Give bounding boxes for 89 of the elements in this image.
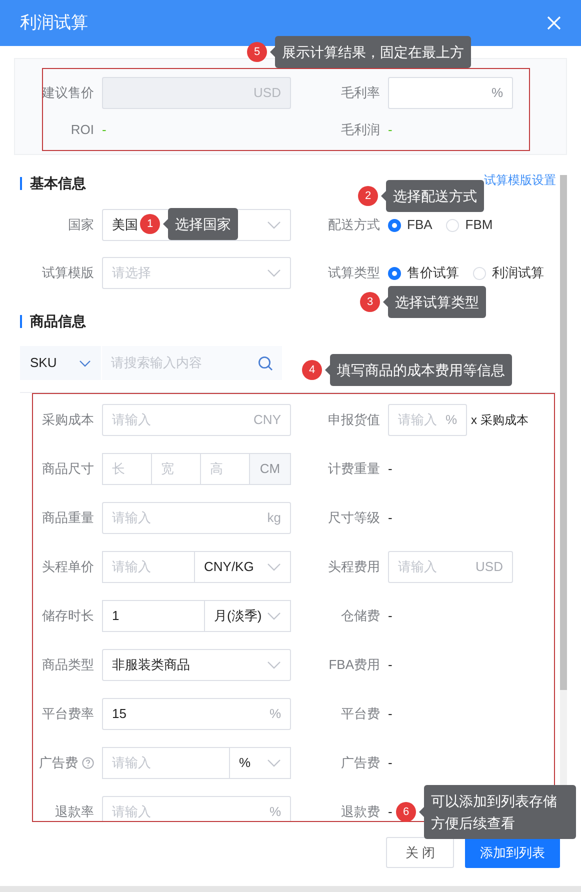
select-field[interactable]: 请选择 xyxy=(102,257,291,289)
tooltip-pointer xyxy=(163,219,168,229)
tooltip-pointer xyxy=(325,365,330,375)
field-label: 储存时长 xyxy=(42,607,94,626)
radio-option[interactable]: FBM xyxy=(446,215,493,235)
search-icon[interactable] xyxy=(258,356,273,370)
field-value: - xyxy=(388,509,392,528)
field-note: x 采购成本 xyxy=(471,412,528,429)
field-label: 商品尺寸 xyxy=(42,460,94,478)
input-field[interactable]: 请输入 xyxy=(102,551,195,583)
field-value: - xyxy=(388,803,392,822)
select-field[interactable]: 非服装类商品 xyxy=(102,649,291,681)
radio-option[interactable]: 售价试算 xyxy=(388,263,459,283)
input-field[interactable]: 高 xyxy=(200,453,250,485)
field-label: 建议售价 xyxy=(42,84,94,102)
field-label: 毛利润 xyxy=(341,121,380,140)
field-value: - xyxy=(388,656,392,674)
unit-label: CNY xyxy=(254,411,281,430)
tooltip-pointer xyxy=(383,297,388,307)
field-label: 平台费 xyxy=(341,705,380,724)
search-type-select[interactable]: SKU xyxy=(20,346,101,380)
input-field[interactable]: 请输入 kg xyxy=(102,502,291,534)
field-value: - xyxy=(388,754,392,772)
field-label: 平台费率 xyxy=(42,705,94,724)
field-label: ROI xyxy=(70,121,94,140)
chevron-down-icon xyxy=(267,269,281,277)
field-value: - xyxy=(388,607,392,626)
radio-option[interactable]: 利润试算 xyxy=(473,263,544,283)
field-value: - xyxy=(388,460,392,478)
input-field[interactable]: 1 xyxy=(102,600,205,632)
chevron-down-icon xyxy=(267,221,281,229)
input-field[interactable]: 长 xyxy=(102,453,152,485)
input-field[interactable]: 请输入 CNY xyxy=(102,404,291,436)
close-button[interactable]: 关 闭 xyxy=(386,837,454,868)
input-field[interactable]: 请输入 USD xyxy=(388,551,513,583)
field-label: 试算模版 xyxy=(42,264,94,282)
unit-label: kg xyxy=(267,509,281,528)
field-label: 尺寸等级 xyxy=(328,509,380,528)
section-heading: 基本信息 xyxy=(30,174,86,192)
unit-select[interactable]: CNY/KG xyxy=(194,551,291,583)
field-label: 配送方式 xyxy=(328,216,380,234)
input-field[interactable]: 请输入 % xyxy=(388,404,467,436)
section-heading: 商品信息 xyxy=(30,312,86,330)
field-label: 国家 xyxy=(68,216,94,234)
field-label: 申报货值 xyxy=(328,411,380,430)
add-to-list-button[interactable]: 添加到列表 xyxy=(465,837,560,868)
field-label: 计费重量 xyxy=(328,460,380,478)
search-field[interactable]: 请搜索输入内容 xyxy=(102,346,282,380)
field-label: 商品类型 xyxy=(42,656,94,674)
input-field[interactable]: 请输入 % xyxy=(102,796,291,822)
unit-label: USD xyxy=(476,558,503,576)
input-field[interactable]: % xyxy=(388,77,513,109)
input-field[interactable]: 宽 xyxy=(151,453,201,485)
field-label: FBA费用 xyxy=(328,656,380,674)
field-label: 退款率 xyxy=(55,803,94,822)
radio-option[interactable]: FBA xyxy=(388,215,432,235)
tooltip-pointer xyxy=(270,47,275,57)
field-label: 广告费 xyxy=(341,754,380,772)
field-value: - xyxy=(102,121,106,140)
field-label: 广告费 xyxy=(39,754,78,772)
chevron-down-icon xyxy=(267,563,281,571)
chevron-down-icon xyxy=(267,661,281,669)
unit-label: % xyxy=(269,803,281,822)
field-value: - xyxy=(388,121,392,140)
field-label: 头程费用 xyxy=(328,558,380,576)
dialog-title: 利润试算 xyxy=(20,12,88,34)
field-label: 采购成本 xyxy=(42,411,94,430)
tooltip-pointer xyxy=(419,807,424,817)
field-label: 商品重量 xyxy=(42,509,94,528)
field-label: 仓储费 xyxy=(341,607,380,626)
unit-select[interactable]: 月(淡季) xyxy=(204,600,291,632)
field-label: 毛利率 xyxy=(341,84,380,102)
unit-label: % xyxy=(269,705,281,724)
field-value: - xyxy=(388,705,392,724)
close-icon[interactable] xyxy=(547,16,561,30)
input-field[interactable]: 15 % xyxy=(102,698,291,730)
field-label: 退款费 xyxy=(341,803,380,822)
unit-label: CM xyxy=(249,453,291,485)
unit-label: % xyxy=(445,411,457,430)
field-label: 头程单价 xyxy=(42,558,94,576)
input-field[interactable]: 请输入 xyxy=(102,747,230,779)
tooltip-pointer xyxy=(381,191,386,201)
field-label: 试算类型 xyxy=(328,264,380,282)
template-settings-link[interactable]: 试算模版设置 xyxy=(484,171,556,189)
chevron-down-icon xyxy=(267,612,281,620)
chevron-down-icon xyxy=(79,360,91,366)
chevron-down-icon xyxy=(267,759,281,767)
unit-select[interactable]: % xyxy=(229,747,291,779)
help-icon[interactable] xyxy=(82,757,94,769)
